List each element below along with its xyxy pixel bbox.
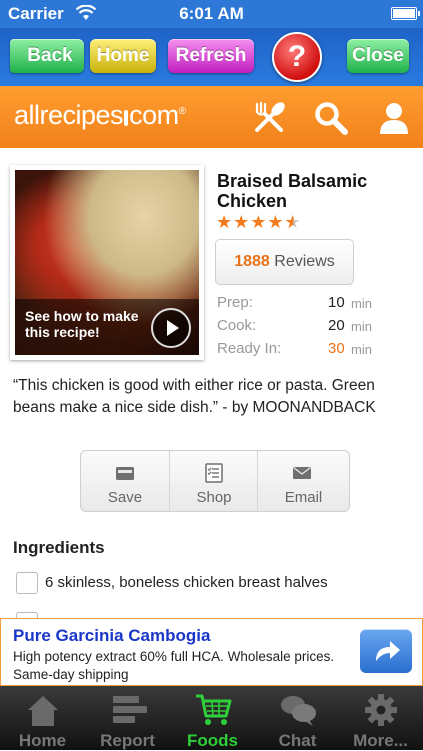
ad-open-button[interactable]: [360, 629, 412, 673]
ready-unit: min: [351, 342, 372, 357]
ingredient-item[interactable]: 6 skinless, boneless chicken breast halv…: [13, 572, 413, 596]
reviews-button[interactable]: 1888 Reviews: [215, 239, 354, 285]
tab-chat[interactable]: Chat: [255, 686, 340, 750]
half-star-icon: ★: [284, 212, 302, 232]
cook-value: 20: [328, 317, 345, 334]
tab-bar: Home Report Foods Chat More...: [0, 686, 423, 750]
action-bar: Save Shop Email: [80, 450, 350, 512]
ad-text: High potency extract 60% full HCA. Whole…: [13, 649, 335, 682]
star-icons: ★★★★: [216, 212, 285, 232]
ready-label: Ready In:: [217, 340, 282, 357]
shop-button[interactable]: Shop: [169, 451, 258, 511]
rating-stars: ★★★★★: [216, 212, 302, 233]
recipe-quote: “This chicken is good with either rice o…: [13, 377, 376, 416]
tab-home-label: Home: [18, 731, 67, 750]
share-arrow-icon: [376, 641, 400, 661]
ingredient-text: 6 skinless, boneless chicken breast halv…: [45, 574, 328, 591]
tab-chat-label: Chat: [278, 731, 317, 750]
help-button[interactable]: ?: [272, 32, 322, 82]
chat-bubbles-icon: [281, 696, 316, 726]
cart-icon: [196, 694, 232, 725]
tab-more-label: More...: [353, 731, 408, 750]
navigation-bar: Back Home Refresh ? Close: [0, 28, 423, 86]
ingredients-heading: Ingredients: [13, 538, 105, 557]
save-label: Save: [107, 489, 143, 506]
video-overlay[interactable]: See how to make this recipe!: [15, 299, 199, 355]
recipe-times: Prep: 10 min Cook: 20 min Ready In: 30 m…: [217, 294, 377, 363]
ready-value: 30: [328, 340, 345, 357]
ingredient-checkbox[interactable]: [16, 572, 38, 594]
status-bar: Carrier 6:01 AM: [0, 0, 423, 28]
prep-time-row: Prep: 10 min: [217, 294, 377, 317]
recipe-photo[interactable]: See how to make this recipe!: [10, 165, 204, 360]
email-label: Email: [284, 489, 323, 506]
utensils-icon[interactable]: [251, 100, 287, 136]
logo-reg-mark: ®: [178, 106, 186, 117]
video-caption: See how to make this recipe!: [25, 308, 139, 340]
cook-label: Cook:: [217, 317, 257, 334]
gear-icon: [365, 694, 397, 726]
site-header: allrecipes com®: [0, 86, 423, 148]
allrecipes-logo[interactable]: allrecipes com®: [14, 100, 186, 131]
logo-text: allrecipes: [14, 100, 124, 130]
save-button[interactable]: Save: [81, 451, 169, 511]
cook-time-row: Cook: 20 min: [217, 317, 377, 340]
battery-icon: [391, 7, 420, 20]
back-button[interactable]: Back: [10, 39, 84, 73]
refresh-button[interactable]: Refresh: [168, 39, 254, 73]
reviews-label: Reviews: [274, 253, 335, 270]
ad-headline[interactable]: Pure Garcinia Cambogia: [13, 626, 210, 646]
logo-text-com: com: [129, 100, 179, 130]
close-button[interactable]: Close: [347, 39, 409, 73]
cook-unit: min: [351, 319, 372, 334]
ready-time-row: Ready In: 30 min: [217, 340, 377, 363]
tab-report-label: Report: [100, 731, 155, 750]
play-icon[interactable]: [151, 308, 191, 348]
user-icon[interactable]: [376, 100, 412, 136]
search-icon[interactable]: [313, 100, 349, 136]
reviews-count: 1888: [234, 253, 270, 270]
tab-more[interactable]: More...: [338, 686, 423, 750]
logo-dot-icon: [124, 110, 129, 126]
checklist-icon: [205, 463, 223, 483]
report-icon: [113, 696, 147, 723]
shop-label: Shop: [196, 489, 232, 506]
house-icon: [28, 696, 58, 726]
tab-home[interactable]: Home: [0, 686, 85, 750]
email-button[interactable]: Email: [257, 451, 349, 511]
tab-foods-label: Foods: [187, 731, 238, 750]
ad-banner[interactable]: Pure Garcinia Cambogia High potency extr…: [0, 618, 423, 686]
envelope-icon: [293, 466, 311, 479]
prep-value: 10: [328, 294, 345, 311]
recipe-title: Braised Balsamic Chicken: [217, 171, 368, 211]
clock: 6:01 AM: [179, 4, 244, 23]
prep-label: Prep:: [217, 294, 253, 311]
tab-foods[interactable]: Foods: [170, 686, 255, 750]
home-button[interactable]: Home: [90, 39, 156, 73]
folder-icon: [116, 467, 134, 480]
prep-unit: min: [351, 296, 372, 311]
tab-report[interactable]: Report: [85, 686, 170, 750]
